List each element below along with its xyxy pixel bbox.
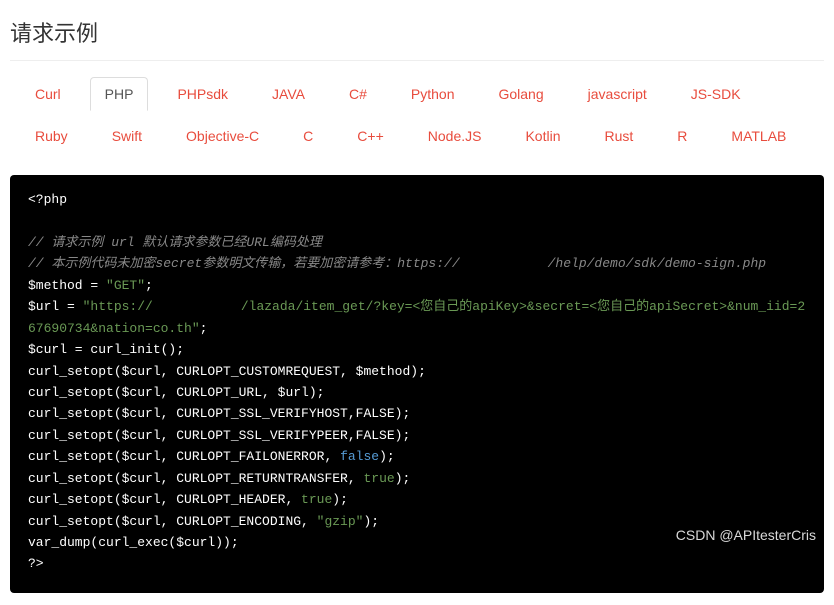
tab-java[interactable]: JAVA — [257, 77, 320, 111]
code-line-setopt-3: curl_setopt($curl, CURLOPT_SSL_VERIFYHOS… — [28, 406, 410, 421]
code-line-setopt-7: curl_setopt($curl, CURLOPT_HEADER, true)… — [28, 492, 348, 507]
tab-rust[interactable]: Rust — [590, 119, 649, 153]
code-line-vardump: var_dump(curl_exec($curl)); — [28, 535, 239, 550]
code-line-url: $url = "https:///lazada/item_get/?key=<您… — [28, 299, 805, 335]
tab-php[interactable]: PHP — [90, 77, 149, 111]
tab-node-js[interactable]: Node.JS — [413, 119, 497, 153]
code-line-setopt-6: curl_setopt($curl, CURLOPT_RETURNTRANSFE… — [28, 471, 410, 486]
tab-js-sdk[interactable]: JS-SDK — [676, 77, 756, 111]
section-title: 请求示例 — [10, 12, 824, 61]
tab-python[interactable]: Python — [396, 77, 470, 111]
tab-curl[interactable]: Curl — [20, 77, 76, 111]
tab-matlab[interactable]: MATLAB — [716, 119, 801, 153]
comment-line-1: // 请求示例 url 默认请求参数已经URL编码处理 — [28, 235, 322, 250]
code-block: <?php // 请求示例 url 默认请求参数已经URL编码处理 // 本示例… — [10, 175, 824, 593]
tab-c[interactable]: C — [288, 119, 328, 153]
php-close-tag: ?> — [28, 556, 44, 571]
tab-javascript[interactable]: javascript — [573, 77, 662, 111]
code-line-setopt-2: curl_setopt($curl, CURLOPT_URL, $url); — [28, 385, 324, 400]
tab-kotlin[interactable]: Kotlin — [510, 119, 575, 153]
code-line-setopt-1: curl_setopt($curl, CURLOPT_CUSTOMREQUEST… — [28, 364, 426, 379]
tab-phpsdk[interactable]: PHPsdk — [162, 77, 243, 111]
tab-objective-c[interactable]: Objective-C — [171, 119, 274, 153]
code-line-method: $method = "GET"; — [28, 278, 153, 293]
tab-swift[interactable]: Swift — [97, 119, 157, 153]
language-tabs: Curl PHP PHPsdk JAVA C# Python Golang javascrip… — [10, 77, 824, 161]
code-line-setopt-4: curl_setopt($curl, CURLOPT_SSL_VERIFYPEE… — [28, 428, 410, 443]
code-line-setopt-5: curl_setopt($curl, CURLOPT_FAILONERROR, … — [28, 449, 395, 464]
php-open-tag: <?php — [28, 192, 67, 207]
tab-c-[interactable]: C++ — [342, 119, 398, 153]
tab-ruby[interactable]: Ruby — [20, 119, 83, 153]
redacted-host-2 — [153, 301, 241, 313]
tab-r[interactable]: R — [662, 119, 702, 153]
redacted-host-1 — [460, 258, 548, 270]
code-line-curl-init: $curl = curl_init(); — [28, 342, 184, 357]
tab-golang[interactable]: Golang — [483, 77, 558, 111]
code-line-setopt-8: curl_setopt($curl, CURLOPT_ENCODING, "gz… — [28, 514, 379, 529]
comment-line-2: // 本示例代码未加密secret参数明文传输，若要加密请参考：https://… — [28, 256, 766, 271]
tab-c-[interactable]: C# — [334, 77, 382, 111]
